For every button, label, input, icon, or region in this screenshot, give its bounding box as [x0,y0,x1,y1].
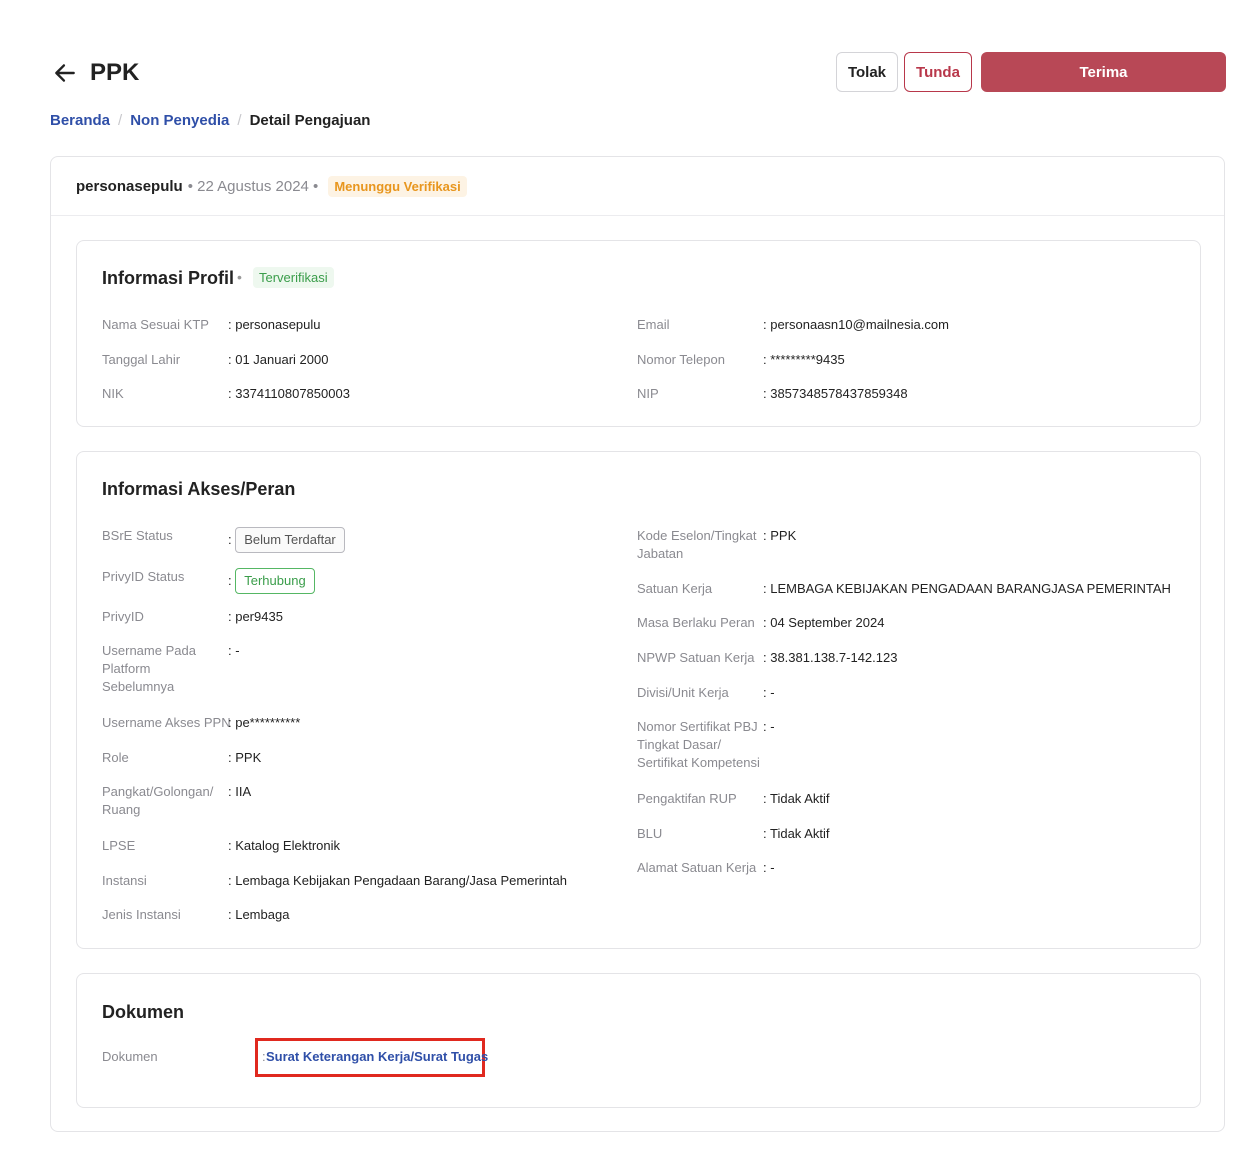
field-label: Tanggal Lahir [102,352,181,367]
page-header: PPK Tolak Tunda Terima [50,52,1226,94]
breadcrumb-separator: / [237,112,242,129]
breadcrumb-current: Detail Pengajuan [249,112,371,129]
field-label: Pangkat/Golongan/Ruang [102,784,214,817]
field-label: Username Pada Platform Sebelumnya [102,643,196,694]
field-label: Nama Sesuai KTP [102,317,209,332]
field-value: : - [763,685,775,700]
field-value: : Terhubung [228,568,315,594]
field-value: : LEMBAGA KEBIJAKAN PENGADAAN BARANGJASA… [763,581,1171,596]
field-label: Pengaktifan RUP [637,791,737,806]
field-value: : Belum Terdaftar [228,527,345,553]
field-value: : *********9435 [763,352,845,367]
field-label: Email [637,317,670,332]
document-link[interactable]: Surat Keterangan Kerja/Surat Tugas [266,1048,488,1066]
field-value: : pe********** [228,715,301,730]
field-label: Username Akses PPN [102,715,231,730]
field-label: Satuan Kerja [637,581,713,596]
field-value: : personasepulu [228,317,321,332]
verified-badge: Terverifikasi [253,267,334,288]
field-label: Instansi [102,873,147,888]
field-label: Alamat Satuan Kerja [637,860,757,875]
field-label: LPSE [102,838,136,853]
field-value: : 01 Januari 2000 [228,352,329,367]
field-label: NIK [102,386,124,401]
field-value: : 3857348578437859348 [763,386,908,401]
field-value: : - [763,860,775,875]
field-value: : Lembaga Kebijakan Pengadaan Barang/Jas… [228,873,567,888]
bsre-status-chip: Belum Terdaftar [235,527,345,553]
field-label: BSrE Status [102,528,173,543]
field-value: : - [763,719,775,734]
field-value: : Tidak Aktif [763,826,830,841]
field-label: NPWP Satuan Kerja [637,650,755,665]
field-value: : 04 September 2024 [763,615,885,630]
field-value: : per9435 [228,609,283,624]
field-label: Divisi/Unit Kerja [637,685,729,700]
documents-title: Dokumen [102,1002,185,1022]
field-label: Jenis Instansi [102,907,181,922]
field-label: Kode Eselon/Tingkat Jabatan [637,528,757,561]
reject-button[interactable]: Tolak [836,52,898,92]
privy-status-chip: Terhubung [235,568,315,594]
status-badge: Menunggu Verifikasi [328,175,467,197]
breadcrumb-home[interactable]: Beranda [50,112,110,129]
field-label: NIP [637,386,659,401]
breadcrumb: Beranda / Non Penyedia / Detail Pengajua… [50,112,370,129]
submission-header: personasepulu • 22 Agustus 2024 • Menung… [51,157,1224,216]
page-title: PPK [90,59,140,86]
profile-title: Informasi Profil [102,268,235,288]
field-label: Dokumen [102,1049,158,1064]
field-label: Role [102,750,129,765]
field-value: : Tidak Aktif [763,791,830,806]
documents-section: Dokumen Dokumen : Surat Keterangan Kerja… [76,973,1201,1108]
field-value: : PPK [228,750,262,765]
accept-button[interactable]: Terima [981,52,1226,92]
field-label: Nomor Sertifikat PBJ Tingkat Dasar/ Sert… [637,719,760,770]
submission-card: personasepulu • 22 Agustus 2024 • Menung… [50,156,1225,1132]
breadcrumb-separator: / [118,112,123,129]
access-section: Informasi Akses/Peran BSrE Status : Belu… [76,451,1201,949]
postpone-button[interactable]: Tunda [904,52,972,92]
field-value: : PPK [763,528,797,543]
field-label: PrivyID [102,609,144,624]
field-label: Nomor Telepon [637,352,725,367]
submission-username: personasepulu [76,177,183,195]
field-value: : - [228,643,240,658]
field-value: : personaasn10@mailnesia.com [763,317,949,332]
field-value: : Lembaga [228,907,290,922]
field-value: : 3374110807850003 [228,386,350,401]
field-label: PrivyID Status [102,569,185,584]
field-value: : IIA [228,784,252,799]
separator-dot: • [237,269,242,285]
field-label: BLU [637,826,663,841]
arrow-left-icon[interactable] [52,60,78,86]
field-value: : Katalog Elektronik [228,838,341,853]
field-label: Masa Berlaku Peran [637,615,755,630]
submission-date: • 22 Agustus 2024 • [187,177,319,195]
profile-section: Informasi Profil • Terverifikasi Nama Se… [76,240,1201,427]
access-title: Informasi Akses/Peran [102,479,296,499]
breadcrumb-non-penyedia[interactable]: Non Penyedia [130,112,229,129]
field-value: : 38.381.138.7-142.123 [763,650,898,665]
